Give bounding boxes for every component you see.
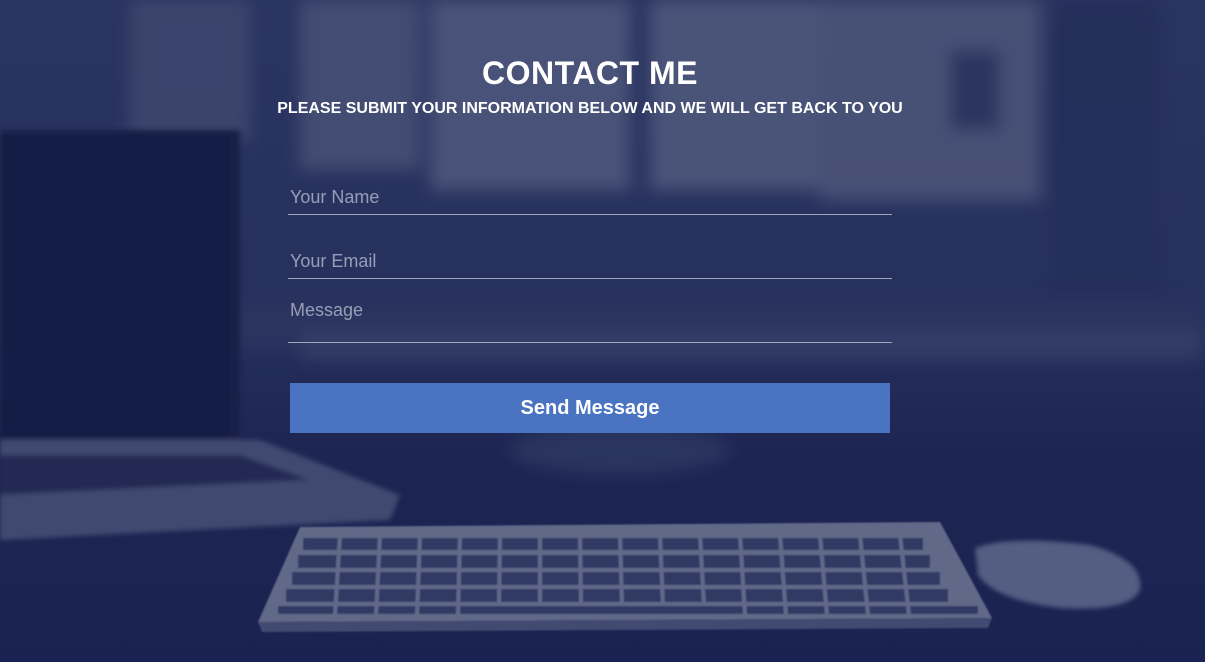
contact-subtitle: PLEASE SUBMIT YOUR INFORMATION BELOW AND… <box>277 100 903 117</box>
send-message-button[interactable]: Send Message <box>290 383 890 433</box>
contact-page: CONTACT ME PLEASE SUBMIT YOUR INFORMATIO… <box>0 0 1205 662</box>
email-field[interactable] <box>288 245 892 279</box>
message-field[interactable] <box>288 298 892 343</box>
contact-section: CONTACT ME PLEASE SUBMIT YOUR INFORMATIO… <box>0 0 1205 662</box>
contact-title: CONTACT ME <box>482 55 698 91</box>
name-field[interactable] <box>288 181 892 215</box>
